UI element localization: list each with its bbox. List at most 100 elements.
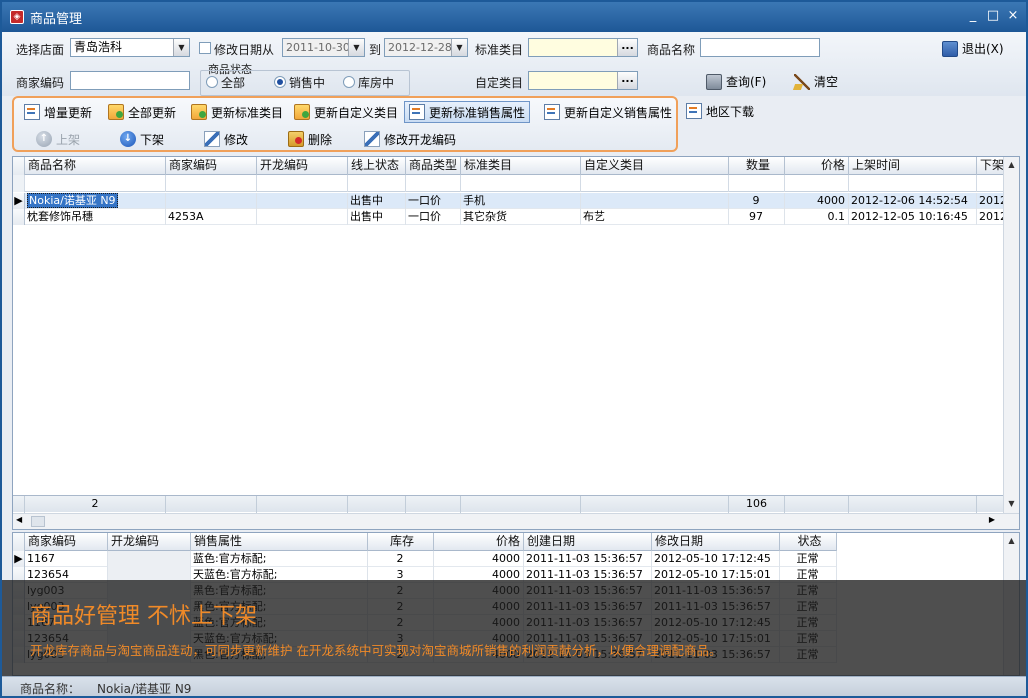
scroll-right-icon[interactable]: ▶: [989, 515, 995, 524]
take-off-shelf-button[interactable]: ↓ 下架: [116, 128, 168, 150]
chevron-down-icon[interactable]: ▼: [348, 39, 364, 56]
std-category-browse-button[interactable]: ...: [617, 39, 637, 56]
cell-custom-category: [581, 193, 729, 209]
cell-custom-category: 布艺: [581, 209, 729, 225]
col-price[interactable]: 价格: [785, 157, 849, 175]
full-update-label: 全部更新: [128, 105, 177, 120]
scroll-up-icon[interactable]: ▲: [1004, 533, 1019, 549]
merchant-code-input[interactable]: [70, 71, 190, 90]
col-listed-time[interactable]: 上架时间: [849, 157, 977, 175]
scroll-up-icon[interactable]: ▲: [1004, 157, 1019, 173]
col-sku-merchant-code[interactable]: 商家编码: [25, 533, 108, 551]
promo-overlay: 商品好管理 不怵上下架 开龙库存商品与淘宝商品连动，可同步更新维护 在开龙系统中…: [2, 580, 1026, 676]
update-std-category-button[interactable]: 更新标准类目: [187, 101, 287, 123]
status-option-all: 全部: [221, 76, 246, 90]
clear-button[interactable]: 清空: [794, 73, 838, 90]
edit-pencil-icon: [364, 131, 380, 147]
col-std-category[interactable]: 标准类目: [461, 157, 581, 175]
filter-panel: 选择店面 青岛浩科 ▼ 修改日期从 2011-10-30 ▼ 到 2012-12…: [2, 32, 1026, 96]
edit-kailong-code-button[interactable]: 修改开龙编码: [360, 128, 460, 150]
std-category-label: 标准类目: [475, 43, 524, 57]
cell-sku-kailong-code: [108, 551, 191, 567]
col-custom-category[interactable]: 自定义类目: [581, 157, 729, 175]
product-name-input[interactable]: [700, 38, 820, 57]
product-name-label: 商品名称: [647, 43, 696, 57]
col-sku-sales-attr[interactable]: 销售属性: [191, 533, 368, 551]
status-radio-all[interactable]: [206, 76, 218, 88]
cell-quantity: 97: [729, 209, 785, 225]
cell-product-name[interactable]: Nokia/诺基亚 N9: [25, 193, 166, 209]
col-quantity[interactable]: 数量: [729, 157, 785, 175]
product-vertical-scrollbar[interactable]: ▲ ▼: [1003, 157, 1019, 513]
scroll-left-icon[interactable]: ◀: [16, 515, 22, 524]
scroll-thumb[interactable]: [31, 516, 45, 527]
update-custom-sales-attr-button[interactable]: 更新自定义销售属性: [540, 101, 676, 123]
date-from-value: 2011-10-30: [286, 41, 350, 54]
cell-sku-sales-attr: 蓝色:官方标配;: [191, 551, 368, 567]
table-row[interactable]: 枕套修饰吊穗 4253A 出售中 一口价 其它杂货 布艺 97 0.1 2012…: [13, 209, 1005, 225]
product-grid-footer: 2 106: [13, 495, 1005, 513]
col-sku-price[interactable]: 价格: [434, 533, 524, 551]
custom-category-browse-button[interactable]: ...: [617, 72, 637, 89]
cell-listed-time: 2012-12-06 14:52:54: [849, 193, 977, 209]
region-download-button[interactable]: 地区下载: [682, 100, 758, 122]
col-sku-status[interactable]: 状态: [780, 533, 837, 551]
table-row[interactable]: ▶ 1167 蓝色:官方标配; 2 4000 2011-11-03 15:36:57 201…: [13, 551, 837, 567]
col-merchant-code[interactable]: 商家编码: [166, 157, 257, 175]
minimize-button[interactable]: _: [966, 8, 980, 24]
date-to-picker[interactable]: 2012-12-28 ▼: [384, 38, 468, 57]
col-online-status[interactable]: 线上状态: [348, 157, 406, 175]
product-filter-row[interactable]: [13, 175, 1005, 192]
delete-label: 删除: [308, 132, 333, 147]
broom-icon: [794, 73, 810, 90]
col-kailong-code[interactable]: 开龙编码: [257, 157, 348, 175]
col-sku-kailong-code[interactable]: 开龙编码: [108, 533, 191, 551]
update-custom-category-button[interactable]: 更新自定义类目: [290, 101, 402, 123]
date-from-picker[interactable]: 2011-10-30 ▼: [282, 38, 365, 57]
status-radio-selling[interactable]: [274, 76, 286, 88]
footer-quantity-total: 106: [729, 496, 785, 513]
col-product-type[interactable]: 商品类型: [406, 157, 461, 175]
cell-sku-merchant-code: 1167: [25, 551, 108, 567]
close-button[interactable]: ×: [1006, 8, 1020, 24]
chevron-down-icon[interactable]: ▼: [173, 39, 189, 56]
table-row[interactable]: ▶ Nokia/诺基亚 N9 出售中 一口价 手机 9 4000 2012-12…: [13, 193, 1005, 209]
list-on-shelf-button[interactable]: ↑ 上架: [32, 128, 84, 150]
col-product-name[interactable]: 商品名称: [25, 157, 166, 175]
row-pointer-icon: ▶: [13, 193, 25, 209]
row-pointer-icon: ▶: [13, 551, 25, 567]
update-std-sales-attr-button[interactable]: 更新标准销售属性: [404, 101, 531, 123]
header-corner: [13, 533, 25, 551]
chevron-down-icon[interactable]: ▼: [451, 39, 467, 56]
store-select[interactable]: 青岛浩科 ▼: [70, 38, 190, 57]
status-radio-warehouse[interactable]: [343, 76, 355, 88]
edit-button[interactable]: 修改: [200, 128, 252, 150]
custom-category-input[interactable]: ...: [528, 71, 638, 90]
status-label: 商品名称：: [20, 682, 81, 696]
document-refresh-icon: [409, 104, 425, 120]
col-sku-created[interactable]: 创建日期: [524, 533, 652, 551]
incremental-update-label: 增量更新: [44, 105, 93, 120]
maximize-button[interactable]: □: [986, 8, 1000, 24]
cell-delisted-time: 2012-12-: [979, 209, 1005, 225]
store-select-value: 青岛浩科: [74, 40, 123, 54]
window-title: 商品管理: [30, 11, 83, 27]
col-delisted-time[interactable]: 下架时间: [977, 157, 1005, 175]
action-toolbar: 增量更新 全部更新 更新标准类目 更新自定义类目 更新标准销售属性 更新自定义销…: [12, 96, 678, 152]
col-sku-stock[interactable]: 库存: [368, 533, 434, 551]
incremental-update-button[interactable]: 增量更新: [20, 101, 96, 123]
col-sku-modified[interactable]: 修改日期: [652, 533, 780, 551]
exit-button[interactable]: 退出(X): [942, 40, 1004, 57]
std-category-input[interactable]: ...: [528, 38, 638, 57]
cell-std-category: 手机: [461, 193, 581, 209]
modify-date-checkbox[interactable]: [199, 42, 211, 54]
delete-button[interactable]: 删除: [284, 128, 336, 150]
folder-refresh-icon: [108, 104, 124, 120]
query-button[interactable]: 查询(F): [706, 73, 766, 90]
cell-merchant-code: [166, 193, 257, 209]
full-update-button[interactable]: 全部更新: [104, 101, 180, 123]
list-on-shelf-label: 上架: [56, 132, 81, 147]
scroll-down-icon[interactable]: ▼: [1004, 496, 1019, 512]
exit-label: 退出(X): [962, 42, 1004, 56]
product-horizontal-scrollbar[interactable]: ◀ ▶: [13, 513, 1019, 529]
